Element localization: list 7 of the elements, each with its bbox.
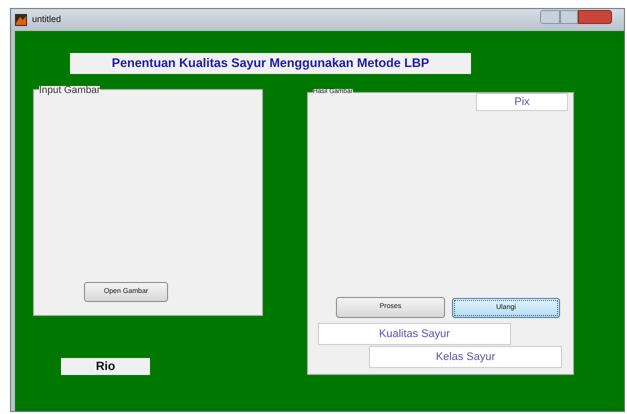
pix-label: Pix xyxy=(476,93,568,111)
window-title: untitled xyxy=(32,13,62,26)
quality-label: Kualitas Sayur xyxy=(318,323,511,345)
class-label: Kelas Sayur xyxy=(369,346,562,368)
heading-title: Penentuan Kualitas Sayur Menggunakan Metode LBP xyxy=(70,53,471,74)
name-label: Rio xyxy=(61,358,150,375)
panel-title: Input Gambar xyxy=(39,86,100,96)
